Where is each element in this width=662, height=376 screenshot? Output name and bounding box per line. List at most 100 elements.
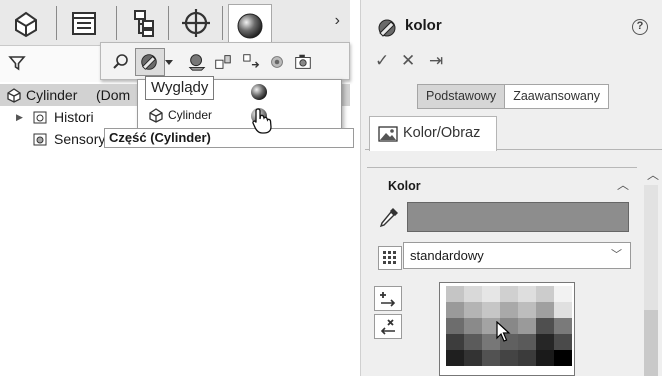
scroll-up-arrow-icon[interactable]: ︿ bbox=[647, 166, 659, 183]
decal-icon[interactable] bbox=[213, 52, 233, 72]
property-manager-pane: kolor ? ✓ ✕ ⇥ Podstawowy Zaawansowany Ko… bbox=[360, 0, 662, 376]
palette-swatch[interactable] bbox=[518, 334, 536, 350]
tree-root-suffix: (Dom bbox=[96, 87, 131, 103]
property-tab-row: Kolor/Obraz bbox=[365, 116, 662, 151]
palette-swatch[interactable] bbox=[536, 334, 554, 350]
palette-swatch[interactable] bbox=[482, 350, 500, 366]
palette-swatch[interactable] bbox=[536, 350, 554, 366]
expand-arrow-icon[interactable]: ▶ bbox=[16, 106, 23, 128]
cancel-button[interactable]: ✕ bbox=[401, 51, 415, 71]
pin-button[interactable]: ⇥ bbox=[429, 51, 443, 71]
remove-color-button[interactable] bbox=[374, 314, 402, 339]
tree-root-label: Cylinder bbox=[26, 87, 78, 103]
palette-swatch[interactable] bbox=[482, 286, 500, 302]
configuration-manager-icon bbox=[134, 10, 154, 37]
palette-swatch[interactable] bbox=[500, 302, 518, 318]
palette-swatch[interactable] bbox=[554, 302, 572, 318]
hand-cursor-icon bbox=[252, 108, 272, 134]
scene-icon[interactable] bbox=[187, 52, 207, 72]
palette-swatch[interactable] bbox=[464, 302, 482, 318]
palette-swatch[interactable] bbox=[554, 318, 572, 334]
appearance-icon[interactable] bbox=[139, 52, 159, 72]
history-folder-icon bbox=[33, 111, 47, 124]
palette-swatch[interactable] bbox=[446, 318, 464, 334]
palette-select-value: standardowy bbox=[410, 248, 484, 263]
arrow-cursor-icon bbox=[496, 321, 511, 342]
palette-swatch[interactable] bbox=[464, 350, 482, 366]
add-color-button[interactable] bbox=[374, 286, 402, 311]
palette-select[interactable]: standardowy ﹀ bbox=[403, 242, 631, 269]
mode-toggle: Podstawowy Zaawansowany bbox=[417, 84, 610, 109]
property-manager-icon bbox=[72, 12, 96, 35]
dimxpert-tab[interactable] bbox=[174, 4, 218, 42]
configuration-manager-tab[interactable] bbox=[122, 4, 166, 42]
tree-item-label: Sensory bbox=[54, 131, 106, 147]
collapse-chevron-icon[interactable]: ︿ bbox=[617, 176, 629, 193]
part-icon bbox=[7, 88, 21, 103]
scrollbar-track[interactable] bbox=[644, 185, 658, 376]
palette-swatch[interactable] bbox=[554, 334, 572, 350]
palette-swatch[interactable] bbox=[500, 350, 518, 366]
palette-swatch[interactable] bbox=[554, 286, 572, 302]
panel-title: kolor bbox=[405, 17, 442, 34]
palette-swatch[interactable] bbox=[482, 302, 500, 318]
chevron-down-icon: ﹀ bbox=[611, 249, 622, 261]
tab-separator bbox=[222, 6, 223, 40]
dropdown-item-label: Cylinder bbox=[168, 108, 213, 122]
part-label: Część (Cylinder) bbox=[104, 128, 354, 148]
dropdown-arrow-icon[interactable] bbox=[163, 52, 175, 72]
tooltip-appearances: Wyglądy bbox=[145, 76, 215, 100]
appearance-swatch-icon[interactable] bbox=[250, 83, 268, 101]
palette-swatch[interactable] bbox=[446, 286, 464, 302]
tab-label: Kolor/Obraz bbox=[403, 125, 481, 141]
eyedropper-icon[interactable] bbox=[378, 206, 400, 228]
tab-separator bbox=[116, 6, 117, 40]
palette-icon[interactable] bbox=[378, 246, 402, 270]
tree-item-label: Histori bbox=[54, 109, 94, 125]
palette-swatch[interactable] bbox=[446, 350, 464, 366]
palette-swatch[interactable] bbox=[518, 318, 536, 334]
feature-manager-icon bbox=[15, 11, 37, 38]
property-manager-tab[interactable] bbox=[62, 4, 106, 42]
more-tabs-button[interactable]: › bbox=[335, 12, 340, 30]
palette-swatch[interactable] bbox=[500, 286, 518, 302]
hide-show-icon[interactable] bbox=[267, 52, 287, 72]
display-manager-tab[interactable] bbox=[228, 4, 272, 46]
color-group-title: Kolor bbox=[388, 179, 421, 193]
tab-color-image[interactable]: Kolor/Obraz bbox=[369, 116, 497, 151]
palette-swatch[interactable] bbox=[446, 302, 464, 318]
ok-button[interactable]: ✓ bbox=[375, 51, 389, 71]
tab-separator bbox=[168, 6, 169, 40]
feature-manager-tab[interactable] bbox=[4, 4, 48, 42]
display-toolbar-popup bbox=[100, 42, 350, 80]
palette-swatch[interactable] bbox=[464, 318, 482, 334]
palette-swatch[interactable] bbox=[446, 334, 464, 350]
basic-mode-button[interactable]: Podstawowy bbox=[418, 85, 506, 108]
palette-swatch[interactable] bbox=[518, 350, 536, 366]
palette-swatch[interactable] bbox=[536, 286, 554, 302]
palette-swatch[interactable] bbox=[536, 318, 554, 334]
image-icon bbox=[378, 126, 398, 142]
advanced-mode-button[interactable]: Zaawansowany bbox=[505, 85, 608, 108]
palette-swatch[interactable] bbox=[518, 286, 536, 302]
sensor-folder-icon bbox=[33, 133, 47, 146]
transfer-icon[interactable] bbox=[241, 52, 261, 72]
tab-separator bbox=[56, 6, 57, 40]
palette-swatch[interactable] bbox=[464, 286, 482, 302]
palette-swatch[interactable] bbox=[554, 350, 572, 366]
appearance-icon bbox=[378, 19, 396, 37]
scrollbar-thumb[interactable] bbox=[644, 310, 658, 376]
search-icon[interactable] bbox=[111, 52, 131, 72]
palette-swatch[interactable] bbox=[536, 302, 554, 318]
help-icon[interactable]: ? bbox=[632, 19, 648, 35]
display-manager-icon bbox=[237, 13, 263, 38]
filter-icon[interactable] bbox=[8, 54, 26, 72]
dimxpert-icon bbox=[182, 9, 210, 37]
remove-swatch-icon bbox=[380, 318, 395, 335]
add-swatch-icon bbox=[380, 291, 396, 307]
palette-swatch[interactable] bbox=[518, 302, 536, 318]
color-swatch-bar[interactable] bbox=[407, 202, 629, 232]
camera-icon[interactable] bbox=[293, 52, 313, 72]
part-icon bbox=[149, 108, 163, 123]
palette-swatch[interactable] bbox=[464, 334, 482, 350]
